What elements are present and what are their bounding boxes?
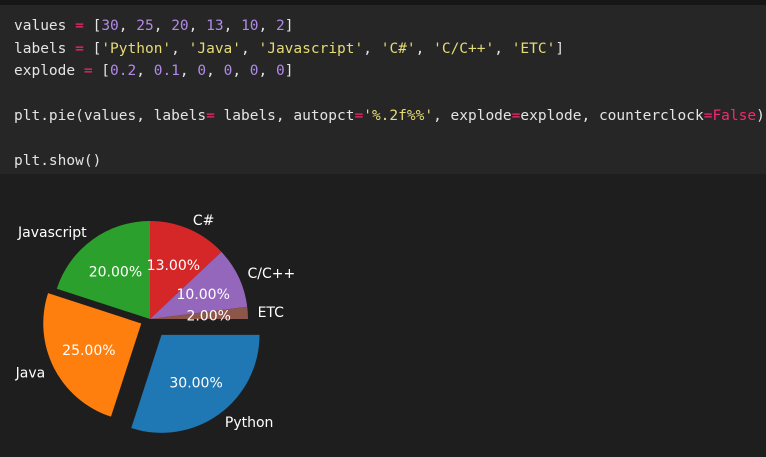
code-token: '%.2f%%' (363, 108, 434, 124)
code-line-values: values = [30, 25, 20, 13, 10, 2] (14, 15, 765, 38)
code-token: ] (284, 18, 294, 34)
code-token: False (712, 108, 757, 124)
code-token: = (75, 40, 84, 57)
code-line-explode: explode = [0.2, 0.1, 0, 0, 0, 0] (14, 60, 765, 83)
pie-percent-label: 10.00% (177, 287, 230, 303)
pie-chart: Python Java Javascript C# C/C++ ETC 30.00% 25.… (15, 213, 296, 433)
pie-label: Java (15, 365, 46, 381)
code-token: , (179, 63, 198, 79)
code-token: 0 (276, 63, 285, 79)
code-line-blank-2 (14, 128, 765, 151)
pie-label: Python (225, 415, 274, 431)
code-token: , (136, 63, 154, 79)
code-token: 0.1 (153, 63, 180, 79)
code-token: = (354, 108, 364, 124)
cell-output: Python Java Javascript C# C/C++ ETC 30.00% 25.… (0, 174, 766, 453)
code-token: = (206, 108, 215, 124)
code-token: , (258, 63, 276, 79)
code-token: , (188, 18, 207, 34)
code-token: 13 (206, 18, 224, 34)
code-editor[interactable]: values = [30, 25, 20, 13, 10, 2] labels =… (14, 15, 765, 173)
code-token: plt.pie(values, labels (14, 108, 207, 124)
code-token: , (415, 40, 434, 57)
code-token: , (494, 40, 512, 57)
code-token: 25 (136, 18, 154, 34)
pie-percent-label: 30.00% (169, 375, 222, 391)
code-token: , explode (433, 108, 512, 124)
code-token: = (83, 63, 93, 79)
code-token: 0 (249, 63, 259, 79)
code-token: 'Java' (188, 40, 242, 57)
code-token: , (232, 63, 250, 79)
pie-label: Javascript (17, 225, 87, 241)
code-token: ) (756, 108, 765, 124)
code-token: 'C#' (380, 40, 416, 57)
code-token: , (153, 18, 172, 34)
code-token: [ (83, 40, 102, 57)
pie-label: C# (193, 213, 215, 229)
code-token: ] (284, 63, 294, 79)
code-line-pie-call: plt.pie(values, labels= labels, autopct=… (14, 105, 765, 128)
code-token: explode, counterclock (520, 108, 704, 124)
code-token: 'Javascript' (258, 40, 364, 57)
code-token: 2 (276, 18, 285, 34)
pie-percent-label: 25.00% (62, 343, 115, 359)
code-token: labels, autopct (214, 108, 355, 124)
code-token: , (258, 18, 276, 34)
code-token: , (241, 40, 259, 57)
code-token: 0.2 (110, 63, 137, 79)
code-line-blank-1 (14, 83, 765, 106)
code-token: 30 (101, 18, 119, 34)
code-token: 20 (171, 18, 189, 34)
code-cell[interactable]: values = [30, 25, 20, 13, 10, 2] labels =… (0, 5, 766, 174)
code-token: 0 (197, 63, 207, 79)
code-token: , (171, 40, 189, 57)
code-token: 'Python' (101, 40, 172, 57)
code-token: [ (92, 63, 111, 79)
code-token: , (363, 40, 381, 57)
code-token: [ (83, 18, 102, 34)
pie-percent-label: 20.00% (89, 264, 142, 280)
pie-label: C/C++ (248, 266, 296, 282)
pie-percent-label: 2.00% (186, 308, 230, 324)
code-line-show: plt.show() (14, 150, 765, 173)
code-token: , (206, 63, 224, 79)
code-token: , (223, 18, 242, 34)
code-token: explode (14, 63, 84, 79)
code-token: values (14, 18, 76, 34)
pie-slices (43, 221, 260, 433)
pie-percent-label: 13.00% (147, 258, 200, 274)
code-token: 10 (241, 18, 259, 34)
code-line-labels: labels = ['Python', 'Java', 'Javascript'… (14, 38, 765, 61)
code-token: , (118, 18, 137, 34)
code-token: labels (14, 40, 76, 57)
code-token: ] (555, 40, 565, 57)
code-token: 'C/C++' (433, 40, 495, 57)
code-token: = (75, 18, 84, 34)
code-token: 'ETC' (511, 40, 556, 57)
code-token: plt.show() (14, 153, 102, 169)
pie-label: ETC (258, 305, 285, 321)
